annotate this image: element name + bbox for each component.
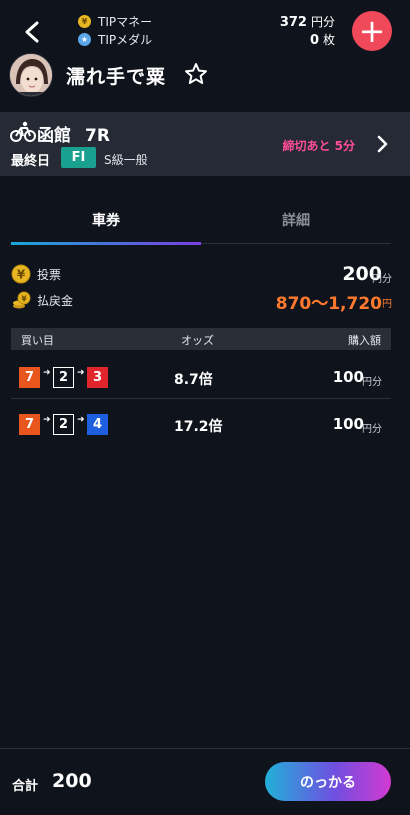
chevron-left-icon — [25, 21, 39, 43]
svg-text:¥: ¥ — [21, 295, 27, 304]
bracket-box: 2 — [53, 367, 74, 388]
payout-label: 払戻金 — [37, 294, 74, 308]
tip-money-balance: 372 円分 — [279, 13, 335, 30]
table-row: 7 ➜ 2 ➜ 4 17.2倍 100 円分 — [11, 402, 391, 448]
add-funds-button[interactable]: + — [352, 11, 392, 51]
race-number: 7R — [85, 126, 110, 146]
favorite-button[interactable] — [184, 62, 208, 86]
tip-money-value: 372 — [279, 15, 307, 30]
deadline-countdown: 締切あと 5分 — [282, 139, 355, 153]
amount-value: 100 — [332, 368, 364, 386]
stake-unit: 円分 — [372, 274, 392, 285]
svg-text:¥: ¥ — [17, 268, 26, 282]
race-title: 函館 7R — [37, 121, 110, 146]
race-venue: 函館 — [37, 126, 71, 146]
bracket-box: 7 — [19, 414, 40, 435]
tab-tickets[interactable]: 車券 — [11, 200, 201, 245]
bracket-box: 7 — [19, 367, 40, 388]
yen-coin-icon: ¥ — [11, 264, 31, 284]
bicycle-icon — [10, 121, 36, 142]
tab-details[interactable]: 詳細 — [201, 200, 391, 245]
amount-unit: 円分 — [362, 424, 382, 435]
tip-medal-row: ★ TIPメダル — [78, 31, 152, 47]
tip-money-unit: 円分 — [310, 15, 335, 29]
tip-medal-unit: 枚 — [322, 33, 335, 47]
arrow-right-icon: ➜ — [43, 368, 51, 378]
join-bet-button[interactable]: のっかる — [265, 762, 391, 801]
tip-medal-label: TIPメダル — [98, 32, 153, 47]
avatar-image — [10, 54, 52, 96]
table-row: 7 ➜ 2 ➜ 3 8.7倍 100 円分 — [11, 355, 391, 401]
plus-icon: + — [358, 12, 386, 50]
avatar[interactable] — [9, 53, 53, 97]
race-class: S級一般 — [104, 153, 148, 167]
odds-value: 17.2倍 — [174, 419, 223, 435]
odds-value: 8.7倍 — [174, 372, 213, 388]
star-outline-icon — [185, 63, 207, 84]
tab-tickets-label: 車券 — [92, 213, 120, 229]
header-odds: オッズ — [181, 334, 214, 347]
chevron-right-icon[interactable] — [376, 135, 388, 153]
back-button[interactable] — [18, 18, 46, 46]
bracket-box: 2 — [53, 414, 74, 435]
race-day: 最終日 — [11, 154, 51, 169]
header: ¥ TIPマネー ★ TIPメダル 372 円分 0 枚 + 濡れ手で粟 — [0, 0, 410, 112]
amount-value: 100 — [332, 415, 364, 433]
stake-label: 投票 — [37, 268, 62, 282]
page-title: 濡れ手で粟 — [66, 66, 167, 88]
header-combo: 買い目 — [21, 334, 54, 347]
tip-money-row: ¥ TIPマネー — [78, 13, 152, 29]
grade-badge: FI — [61, 147, 96, 168]
arrow-right-icon: ➜ — [43, 415, 51, 425]
tip-medal-value: 0 — [309, 33, 319, 48]
total-value: 200 — [52, 770, 92, 792]
header-amount: 購入額 — [348, 334, 381, 347]
coins-stack-icon: ¥ — [13, 291, 31, 309]
tab-divider — [201, 243, 391, 244]
bracket-box: 3 — [87, 367, 108, 388]
arrow-right-icon: ➜ — [77, 368, 85, 378]
bet-table-header: 買い目 オッズ 購入額 — [11, 328, 391, 350]
row-divider — [11, 398, 391, 399]
join-bet-label: のっかる — [300, 774, 356, 791]
amount-unit: 円分 — [362, 377, 382, 388]
tip-medal-balance: 0 枚 — [309, 31, 335, 48]
payout-value: 870〜1,720 — [275, 294, 382, 314]
tab-active-indicator — [11, 242, 201, 245]
star-medal-icon: ★ — [78, 32, 91, 46]
total-label: 合計 — [12, 779, 39, 794]
payout-unit: 円 — [382, 299, 392, 310]
arrow-right-icon: ➜ — [77, 415, 85, 425]
yen-coin-icon: ¥ — [78, 14, 91, 28]
tip-money-label: TIPマネー — [98, 14, 153, 29]
bracket-box: 4 — [87, 414, 108, 435]
tab-details-label: 詳細 — [282, 213, 310, 229]
